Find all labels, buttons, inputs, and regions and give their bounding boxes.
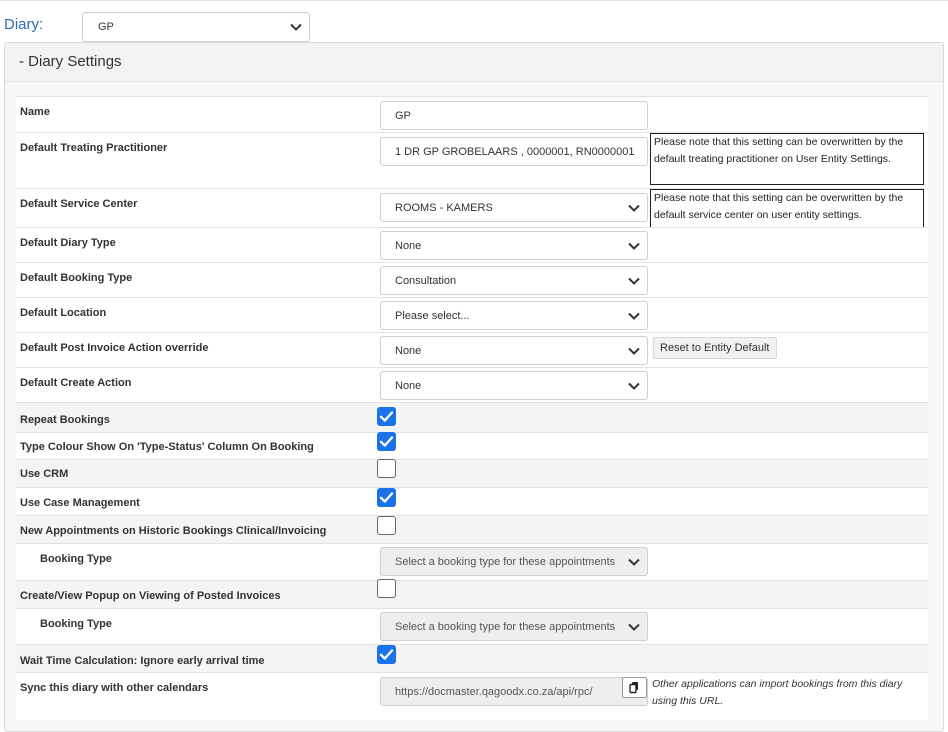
use-case-management-checkbox[interactable] <box>377 488 396 507</box>
name-label: Name <box>20 106 50 118</box>
sync-label: Sync this diary with other calendars <box>20 682 209 694</box>
diary-type-value: None <box>395 240 422 252</box>
create-action-select[interactable]: None <box>380 371 648 400</box>
row-service-center: Default Service Center ROOMS - KAMERS Pl… <box>16 188 928 228</box>
location-select[interactable]: Please select... <box>380 301 648 330</box>
new-appointments-booking-type-label: Booking Type <box>40 553 112 565</box>
new-appointments-booking-type-value: Select a booking type for these appointm… <box>395 556 616 568</box>
checkmark-icon <box>379 436 394 447</box>
location-value: Please select... <box>395 310 470 322</box>
use-crm-label: Use CRM <box>20 468 69 480</box>
chevron-down-icon <box>290 23 302 31</box>
row-treating-practitioner: Default Treating Practitioner 1 DR GP GR… <box>16 132 928 188</box>
diary-select-value: GP <box>98 21 114 33</box>
create-view-popup-label: Create/View Popup on Viewing of Posted I… <box>20 590 281 602</box>
booking-type-value: Consultation <box>395 275 457 287</box>
row-use-case-management: Use Case Management <box>16 487 928 515</box>
sync-url-input[interactable]: https://docmaster.qagoodx.co.za/api/rpc/ <box>380 677 648 706</box>
popup-booking-type-value: Select a booking type for these appointm… <box>395 621 616 633</box>
popup-booking-type-label: Booking Type <box>40 618 112 630</box>
chevron-down-icon <box>628 312 640 320</box>
row-booking-type: Default Booking Type Consultation <box>16 262 928 297</box>
checkmark-icon <box>379 649 394 660</box>
row-diary-type: Default Diary Type None <box>16 227 928 262</box>
panel-header[interactable]: - Diary Settings <box>5 43 943 82</box>
row-sync: Sync this diary with other calendars htt… <box>16 672 928 720</box>
chevron-down-icon <box>628 204 640 212</box>
checkmark-icon <box>379 411 394 422</box>
wait-time-checkbox[interactable] <box>377 645 396 664</box>
name-input[interactable]: GP <box>380 101 648 130</box>
new-appointments-label: New Appointments on Historic Bookings Cl… <box>20 525 327 537</box>
diary-type-label: Default Diary Type <box>20 237 116 249</box>
row-create-view-popup: Create/View Popup on Viewing of Posted I… <box>16 579 928 608</box>
sync-note: Other applications can import bookings f… <box>652 678 903 707</box>
chevron-down-icon <box>628 382 640 390</box>
use-crm-checkbox[interactable] <box>377 459 396 478</box>
row-new-appointments-booking-type: Booking Type Select a booking type for t… <box>16 543 928 580</box>
wait-time-label: Wait Time Calculation: Ignore early arri… <box>20 655 265 667</box>
top-divider <box>0 0 948 2</box>
treating-practitioner-input[interactable]: 1 DR GP GROBELAARS , 0000001, RN0000001 <box>380 137 648 166</box>
repeat-bookings-label: Repeat Bookings <box>20 414 110 426</box>
booking-type-select[interactable]: Consultation <box>380 266 648 295</box>
chevron-down-icon <box>628 622 640 631</box>
copy-icon <box>629 682 638 694</box>
row-create-action: Default Create Action None <box>16 367 928 402</box>
chevron-down-icon <box>628 557 640 566</box>
location-label: Default Location <box>20 307 107 319</box>
row-new-appointments: New Appointments on Historic Bookings Cl… <box>16 515 928 543</box>
diary-label: Diary: <box>4 16 44 33</box>
diary-type-select[interactable]: None <box>380 231 648 260</box>
create-action-label: Default Create Action <box>20 377 132 389</box>
row-name: Name GP <box>16 96 928 132</box>
post-invoice-select[interactable]: None <box>380 336 648 365</box>
chevron-down-icon <box>628 347 640 355</box>
service-center-select[interactable]: ROOMS - KAMERS <box>380 193 648 222</box>
popup-booking-type-select[interactable]: Select a booking type for these appointm… <box>380 612 648 641</box>
new-appointments-booking-type-select[interactable]: Select a booking type for these appointm… <box>380 547 648 576</box>
row-type-colour: Type Colour Show On 'Type-Status' Column… <box>16 432 928 459</box>
repeat-bookings-checkbox[interactable] <box>377 407 396 426</box>
row-use-crm: Use CRM <box>16 459 928 487</box>
use-case-management-label: Use Case Management <box>20 497 140 509</box>
row-location: Default Location Please select... <box>16 297 928 332</box>
new-appointments-checkbox[interactable] <box>377 516 396 535</box>
checkmark-icon <box>379 492 394 503</box>
treating-practitioner-label: Default Treating Practitioner <box>20 142 168 154</box>
booking-type-label: Default Booking Type <box>20 272 133 284</box>
service-center-value: ROOMS - KAMERS <box>395 202 493 214</box>
copy-url-button[interactable] <box>622 677 647 698</box>
row-post-invoice-action: Default Post Invoice Action override Non… <box>16 332 928 367</box>
create-view-popup-checkbox[interactable] <box>377 579 396 598</box>
treating-practitioner-note: Please note that this setting can be ove… <box>650 133 924 185</box>
post-invoice-label: Default Post Invoice Action override <box>20 342 209 354</box>
service-center-note: Please note that this setting can be ove… <box>650 189 924 228</box>
chevron-down-icon <box>628 242 640 250</box>
type-colour-checkbox[interactable] <box>377 432 396 451</box>
reset-to-entity-default-button[interactable]: Reset to Entity Default <box>653 337 777 359</box>
row-repeat-bookings: Repeat Bookings <box>16 402 928 432</box>
post-invoice-value: None <box>395 345 422 357</box>
row-wait-time: Wait Time Calculation: Ignore early arri… <box>16 644 928 672</box>
chevron-down-icon <box>628 277 640 285</box>
create-action-value: None <box>395 380 422 392</box>
service-center-label: Default Service Center <box>20 198 138 210</box>
row-popup-booking-type: Booking Type Select a booking type for t… <box>16 608 928 644</box>
diary-select[interactable]: GP <box>82 12 310 42</box>
type-colour-label: Type Colour Show On 'Type-Status' Column… <box>20 441 314 453</box>
